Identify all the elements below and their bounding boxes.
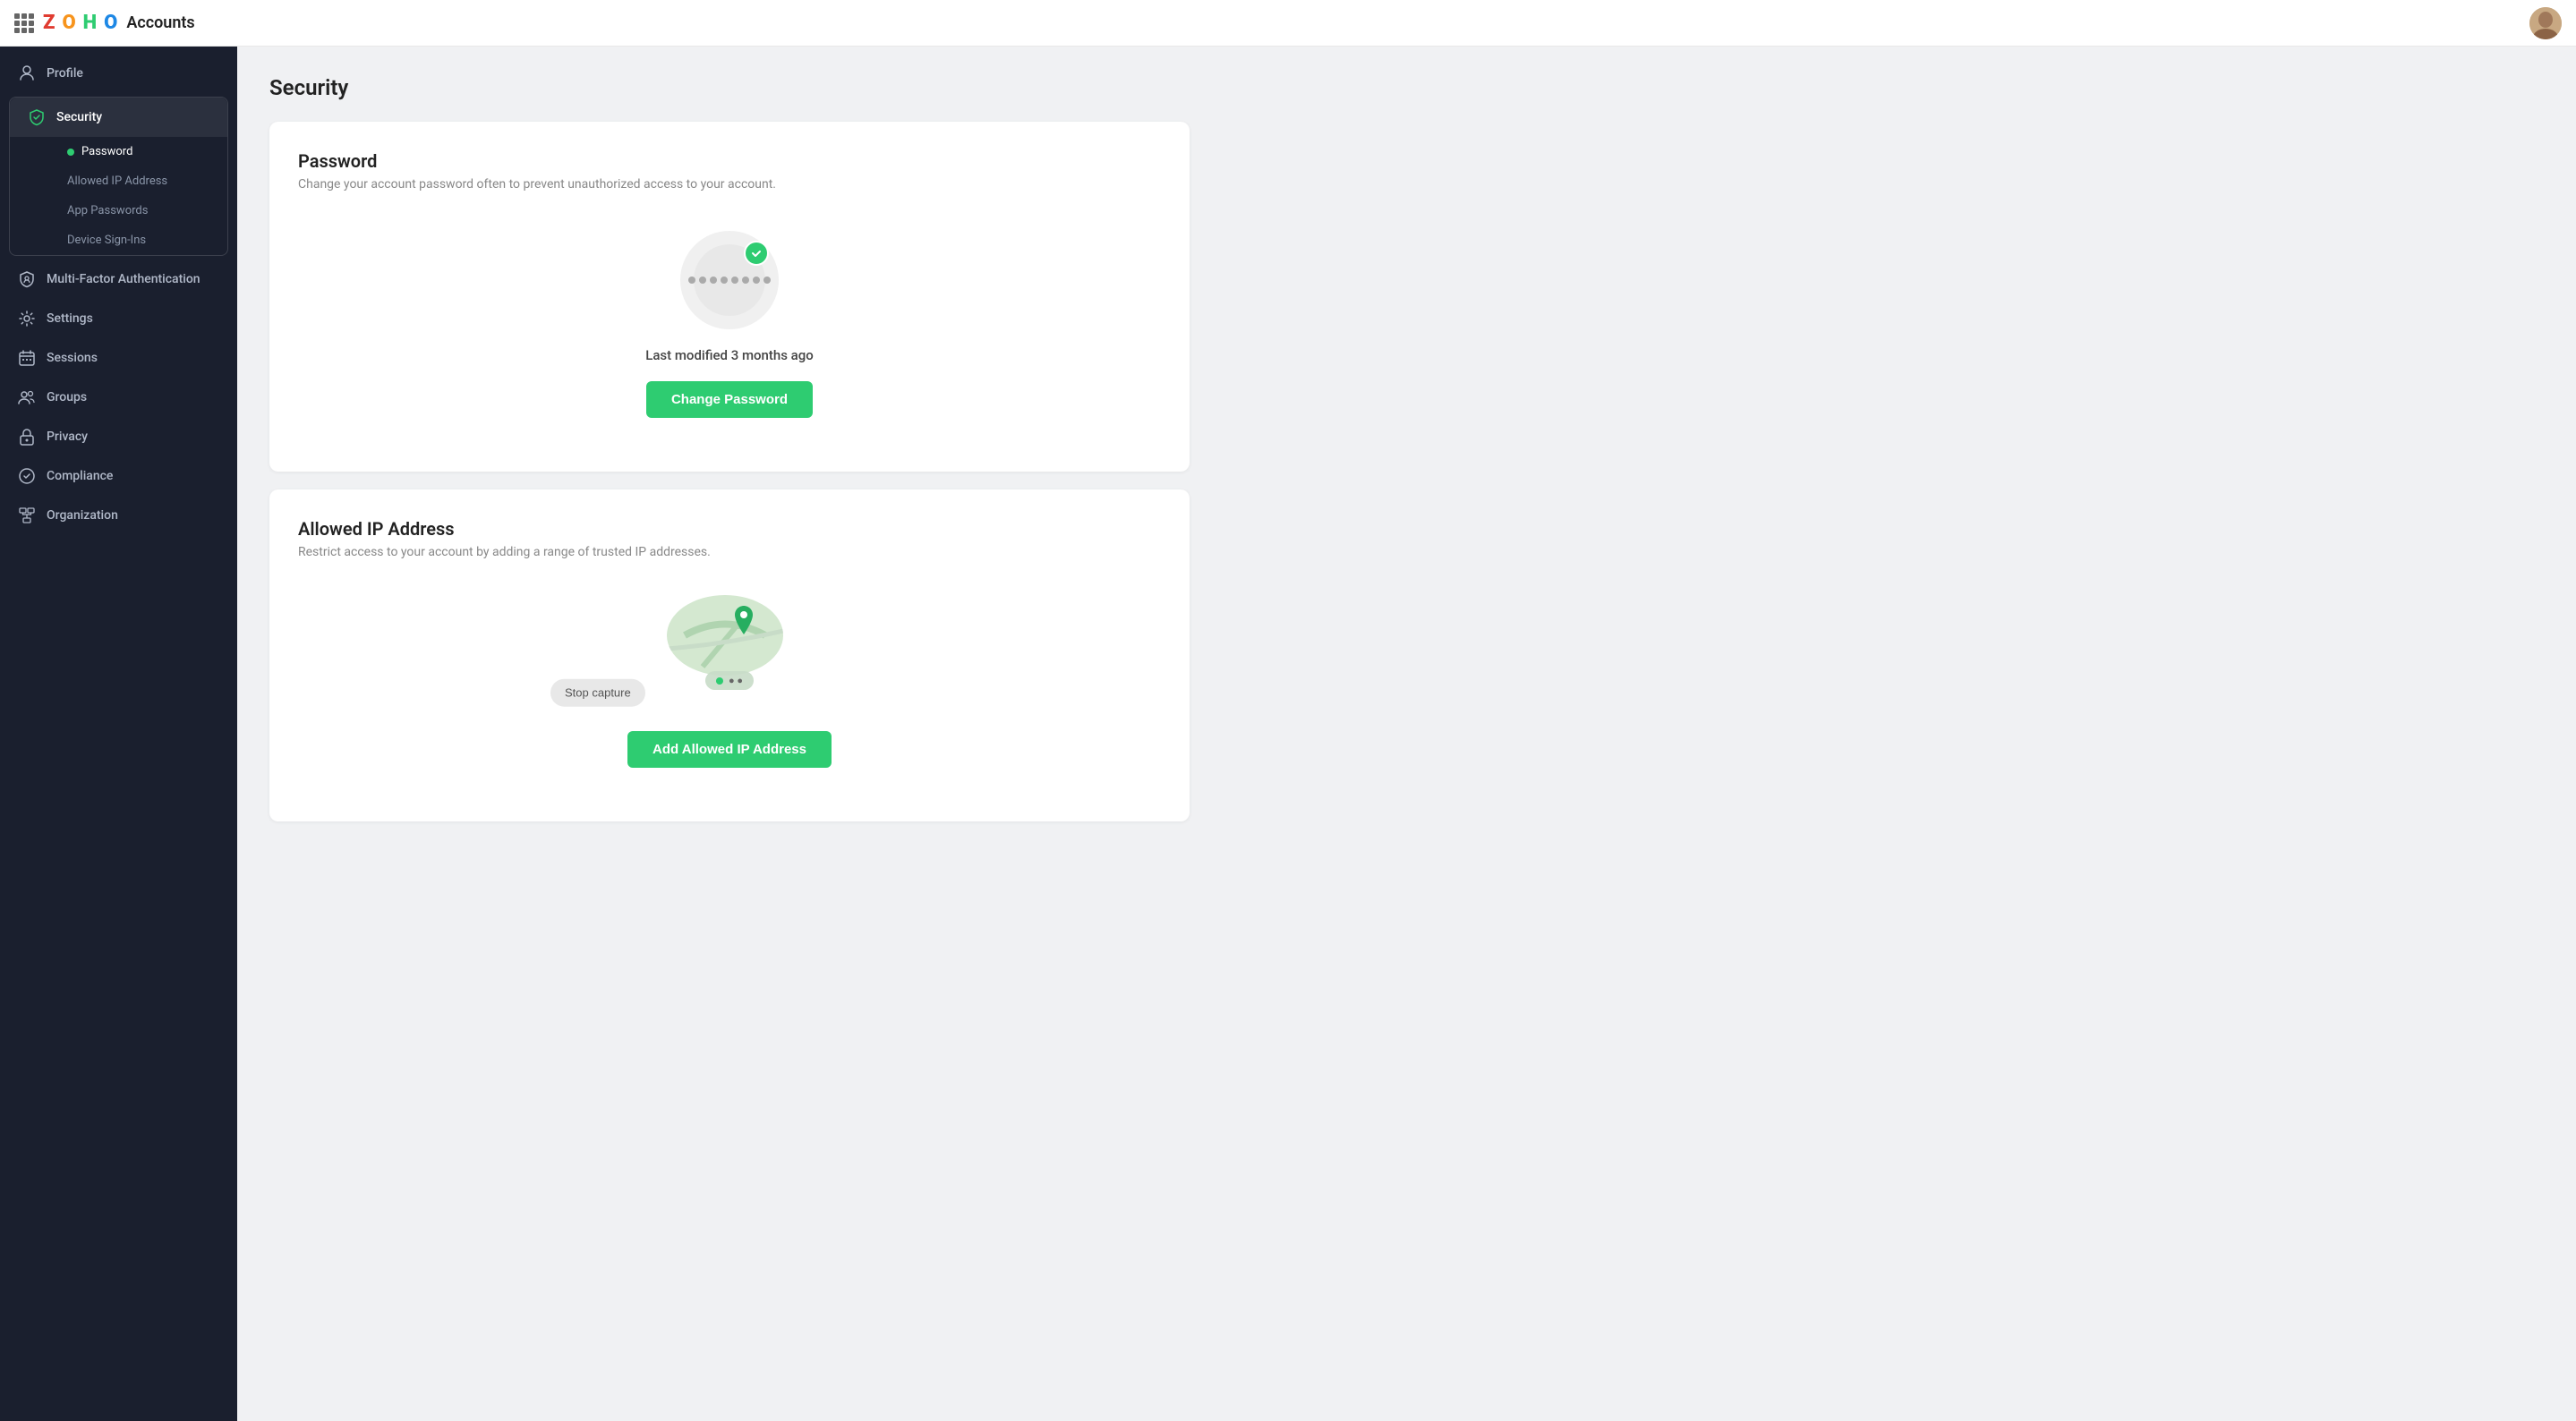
calendar-icon <box>18 349 36 367</box>
pill-dot <box>716 677 723 685</box>
sidebar-item-device-signins[interactable]: Device Sign-Ins <box>56 225 227 255</box>
app-title: Accounts <box>126 13 194 32</box>
map-roads-svg <box>667 595 783 676</box>
password-card-title: Password <box>298 150 1161 172</box>
person-icon <box>18 64 36 82</box>
sidebar-item-security[interactable]: Security <box>10 98 227 137</box>
map-illustration: ● ● <box>667 595 792 685</box>
last-modified-text: Last modified 3 months ago <box>645 347 814 363</box>
sidebar-sessions-label: Sessions <box>47 351 98 365</box>
ip-card-title: Allowed IP Address <box>298 518 1161 540</box>
password-circle <box>680 231 779 329</box>
map-pill: ● ● <box>705 671 754 690</box>
sidebar-item-mfa[interactable]: Multi-Factor Authentication <box>0 260 237 299</box>
avatar-image[interactable] <box>2529 7 2562 39</box>
sidebar-item-profile[interactable]: Profile <box>0 54 237 93</box>
sidebar-security-label: Security <box>56 110 102 124</box>
sidebar-item-groups[interactable]: Groups <box>0 378 237 417</box>
lock-icon <box>18 428 36 446</box>
add-ip-button[interactable]: Add Allowed IP Address <box>627 731 832 768</box>
ip-address-card: Allowed IP Address Restrict access to yo… <box>269 489 1190 821</box>
password-card-desc: Change your account password often to pr… <box>298 177 1161 191</box>
stop-capture-button[interactable]: Stop capture <box>550 678 645 706</box>
sidebar-item-sessions[interactable]: Sessions <box>0 338 237 378</box>
compliance-icon <box>18 467 36 485</box>
security-group: Security Password Allowed IP Address App… <box>9 97 228 256</box>
ip-card-desc: Restrict access to your account by addin… <box>298 545 1161 559</box>
topbar: ZOHO Accounts <box>0 0 2576 47</box>
security-subnav: Password Allowed IP Address App Password… <box>10 137 227 255</box>
map-bg <box>667 595 783 676</box>
ip-visual: Stop capture <box>298 581 1161 793</box>
sidebar-item-app-passwords[interactable]: App Passwords <box>56 196 227 225</box>
gear-icon <box>18 310 36 328</box>
grid-menu-icon[interactable] <box>14 13 34 33</box>
page-title: Security <box>269 75 1190 100</box>
people-icon <box>18 388 36 406</box>
sidebar-item-settings[interactable]: Settings <box>0 299 237 338</box>
password-card: Password Change your account password of… <box>269 122 1190 472</box>
shield-icon <box>28 108 46 126</box>
checkmark-badge <box>744 241 769 266</box>
sidebar-item-allowed-ip[interactable]: Allowed IP Address <box>56 166 227 196</box>
topbar-left: ZOHO Accounts <box>14 12 195 34</box>
sidebar-organization-label: Organization <box>47 508 118 523</box>
change-password-button[interactable]: Change Password <box>646 381 813 418</box>
sidebar-item-compliance[interactable]: Compliance <box>0 456 237 496</box>
sidebar-profile-label: Profile <box>47 66 83 81</box>
password-inner <box>694 244 765 316</box>
password-visual: Last modified 3 months ago Change Passwo… <box>298 213 1161 443</box>
main-inner: Security Password Change your account pa… <box>237 47 1222 868</box>
shield-alt-icon <box>18 270 36 288</box>
sidebar-groups-label: Groups <box>47 390 87 404</box>
user-avatar[interactable] <box>2529 7 2562 39</box>
zoho-logo: ZOHO <box>43 12 117 34</box>
active-dot <box>67 149 74 156</box>
map-pin <box>731 606 756 640</box>
main-content: Security Password Change your account pa… <box>237 0 2576 1421</box>
sidebar-privacy-label: Privacy <box>47 430 88 444</box>
sidebar-mfa-label: Multi-Factor Authentication <box>47 272 200 286</box>
sidebar-item-privacy[interactable]: Privacy <box>0 417 237 456</box>
sidebar-settings-label: Settings <box>47 311 93 326</box>
sidebar-item-password[interactable]: Password <box>56 137 227 166</box>
password-dots <box>688 277 771 284</box>
sidebar: Profile Security Password Allow <box>0 0 237 1421</box>
sidebar-compliance-label: Compliance <box>47 469 113 483</box>
org-icon <box>18 506 36 524</box>
sidebar-item-organization[interactable]: Organization <box>0 496 237 535</box>
sidebar-nav: Profile Security Password Allow <box>0 47 237 542</box>
